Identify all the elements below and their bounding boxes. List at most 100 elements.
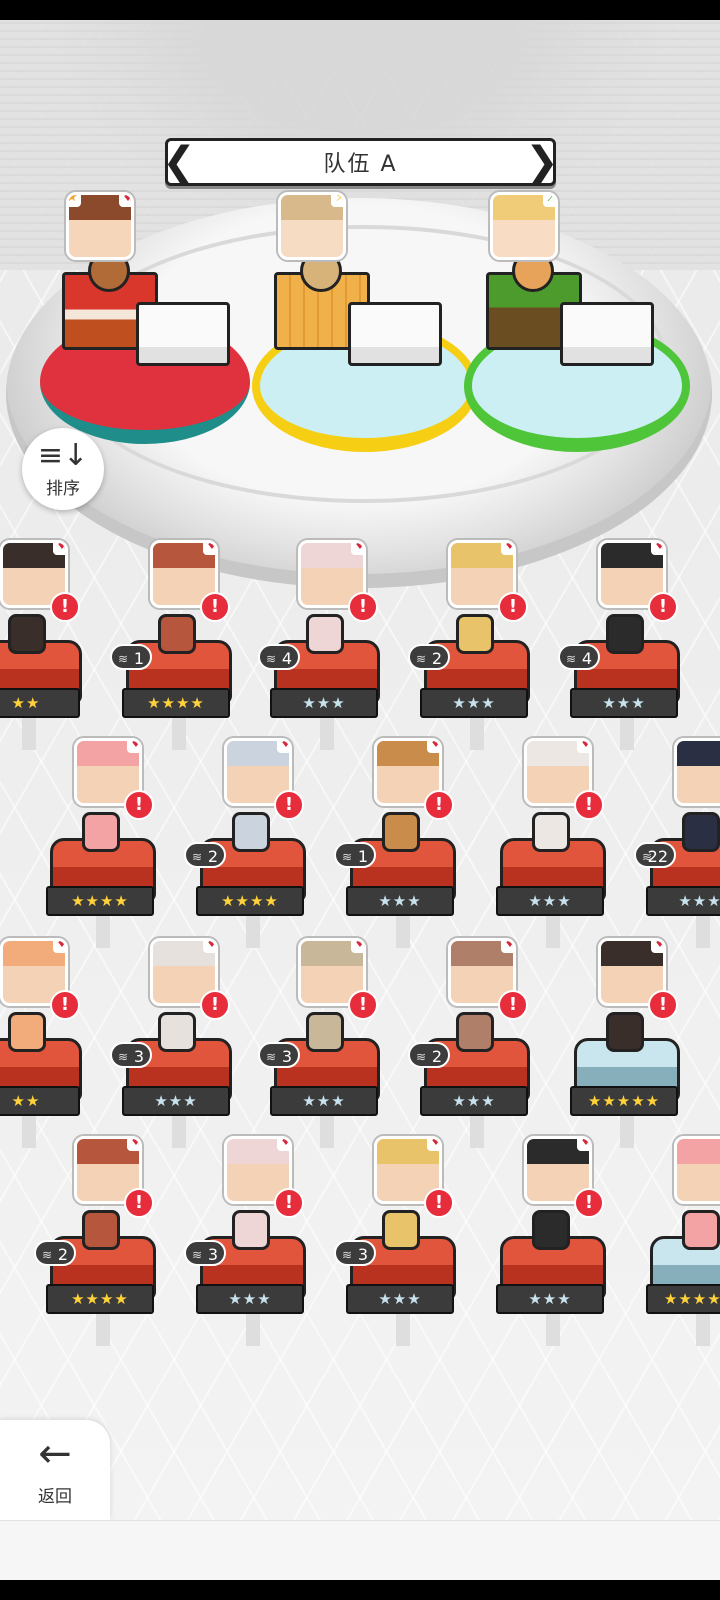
duplicate-count: 2 xyxy=(431,649,442,668)
alert-icon: ! xyxy=(648,592,678,622)
hero-sprite xyxy=(8,614,46,654)
back-arrow-icon: ← xyxy=(38,1430,72,1477)
hero-card[interactable]: ♦! ≋ 3 ★★★ xyxy=(184,1136,314,1346)
stack-icon: ≋ xyxy=(118,652,129,666)
team-slot-2[interactable]: ⚡ xyxy=(252,190,478,470)
star-rating: ★★★ xyxy=(270,1086,378,1116)
hero-card[interactable]: ♦!★★★★★ xyxy=(568,938,688,1148)
hero-sprite xyxy=(382,812,420,852)
element-icon: ♦ xyxy=(427,741,439,753)
empty-block xyxy=(136,302,230,366)
hero-sprite xyxy=(82,812,120,852)
sort-button[interactable]: ≡↓ 排序 xyxy=(22,428,104,510)
duplicate-count: 3 xyxy=(281,1047,292,1066)
hero-card[interactable]: ♦! ≋ 2 ★★★ xyxy=(408,938,538,1148)
alert-icon: ! xyxy=(124,1188,154,1218)
next-team-arrow-icon[interactable]: ❯ xyxy=(525,142,559,182)
hero-card[interactable]: ♦!≋22★★★ xyxy=(634,738,720,948)
prev-team-arrow-icon[interactable]: ❮ xyxy=(162,142,196,182)
stack-icon: ≋ xyxy=(342,1248,353,1262)
back-button[interactable]: ← 返回 xyxy=(0,1420,110,1520)
alert-icon: ! xyxy=(274,1188,304,1218)
duplicate-count-badge: ≋ 2 xyxy=(408,1042,450,1068)
sort-label: 排序 xyxy=(46,478,80,499)
empty-block xyxy=(348,302,442,366)
star-rating: ★★★★★ xyxy=(646,1284,720,1314)
element-icon: ♦ xyxy=(351,543,363,555)
hero-card[interactable]: ♦! ≋ 2 ★★★★ xyxy=(34,1136,164,1346)
star-rating: ★★★ xyxy=(420,1086,528,1116)
duplicate-count: 3 xyxy=(207,1245,218,1264)
stack-icon: ≋ xyxy=(118,1050,129,1064)
hero-card[interactable]: ♦! ≋ 3 ★★★ xyxy=(110,938,240,1148)
hero-card[interactable]: ♦! ★★ xyxy=(0,540,90,750)
star-rating: ★★★★ xyxy=(46,886,154,916)
alert-icon: ! xyxy=(424,1188,454,1218)
duplicate-count: 1 xyxy=(133,649,144,668)
star-rating: ★★★ xyxy=(496,886,604,916)
duplicate-count-badge: ≋ 4 xyxy=(558,644,600,670)
hero-card[interactable]: ♦! ★★ xyxy=(0,938,90,1148)
duplicate-count-badge: ≋ 3 xyxy=(334,1240,376,1266)
duplicate-count-badge: ≋ 1 xyxy=(334,842,376,868)
hero-card[interactable]: ♦! ★★★ xyxy=(494,738,614,948)
alert-icon: ! xyxy=(274,790,304,820)
element-icon: ♦ xyxy=(501,941,513,953)
hero-card[interactable]: ♦! ≋ 1 ★★★ xyxy=(334,738,464,948)
hero-card[interactable]: ♦! ≋ 1 ★★★★ xyxy=(110,540,240,750)
hero-sprite xyxy=(158,614,196,654)
star-rating: ★★★★★ xyxy=(570,1086,678,1116)
element-icon: ♦ xyxy=(127,1139,139,1151)
star-rank-icon: ★ xyxy=(69,195,81,207)
hero-card[interactable]: ♦! ★★★★ xyxy=(44,738,164,948)
team-slot-1[interactable]: ★ ♦ xyxy=(40,190,260,470)
hero-sprite xyxy=(456,1012,494,1052)
hero-card[interactable]: ♦! ≋ 3 ★★★ xyxy=(258,938,388,1148)
hero-card[interactable]: ♦! ≋ 2 ★★★ xyxy=(408,540,538,750)
lightning-element-icon: ⚡ xyxy=(331,195,343,207)
star-rating: ★★★ xyxy=(646,886,720,916)
hero-sprite xyxy=(606,614,644,654)
star-rating: ★★ xyxy=(0,688,80,718)
element-icon: ♦ xyxy=(53,941,65,953)
star-rating: ★★★ xyxy=(570,688,678,718)
system-nav-bar xyxy=(0,1580,720,1600)
alert-icon: ! xyxy=(200,592,230,622)
star-rating: ★★★ xyxy=(196,1284,304,1314)
hero-card[interactable]: ♦!★★★★★ xyxy=(644,1136,720,1346)
stack-icon: ≋ xyxy=(42,1248,53,1262)
team-slot-3[interactable]: ⟋ xyxy=(464,190,690,470)
element-icon: ♦ xyxy=(501,543,513,555)
alert-icon: ! xyxy=(498,990,528,1020)
element-icon: ♦ xyxy=(277,1139,289,1151)
element-icon: ♦ xyxy=(127,741,139,753)
hero-sprite xyxy=(8,1012,46,1052)
sort-icon: ≡↓ xyxy=(37,437,89,473)
element-icon: ♦ xyxy=(203,543,215,555)
hero-card[interactable]: ♦! ≋ 4 ★★★ xyxy=(258,540,388,750)
star-rating: ★★★ xyxy=(346,1284,454,1314)
hero-card[interactable]: ♦! ≋ 4 ★★★ xyxy=(558,540,688,750)
alert-icon: ! xyxy=(348,592,378,622)
star-rating: ★★★ xyxy=(122,1086,230,1116)
alert-icon: ! xyxy=(124,790,154,820)
element-icon: ♦ xyxy=(277,741,289,753)
hero-card[interactable]: ♦! ≋ 3 ★★★ xyxy=(334,1136,464,1346)
duplicate-count: 2 xyxy=(57,1245,68,1264)
stack-icon: ≋ xyxy=(416,1050,427,1064)
hero-sprite xyxy=(306,614,344,654)
duplicate-count: 3 xyxy=(133,1047,144,1066)
hero-card[interactable]: ♦! ★★★ xyxy=(494,1136,614,1346)
element-icon: ♦ xyxy=(203,941,215,953)
alert-icon: ! xyxy=(50,990,80,1020)
hero-sprite xyxy=(382,1210,420,1250)
hero-sprite xyxy=(682,1210,720,1250)
hero-sprite xyxy=(232,812,270,852)
element-icon: ♦ xyxy=(651,941,663,953)
star-rating: ★★★ xyxy=(346,886,454,916)
stack-icon: ≋ xyxy=(642,850,653,864)
duplicate-count: 4 xyxy=(581,649,592,668)
hero-card[interactable]: ♦! ≋ 2 ★★★★ xyxy=(184,738,314,948)
hero-sprite xyxy=(158,1012,196,1052)
hero-portrait: ♦ xyxy=(674,1136,720,1204)
